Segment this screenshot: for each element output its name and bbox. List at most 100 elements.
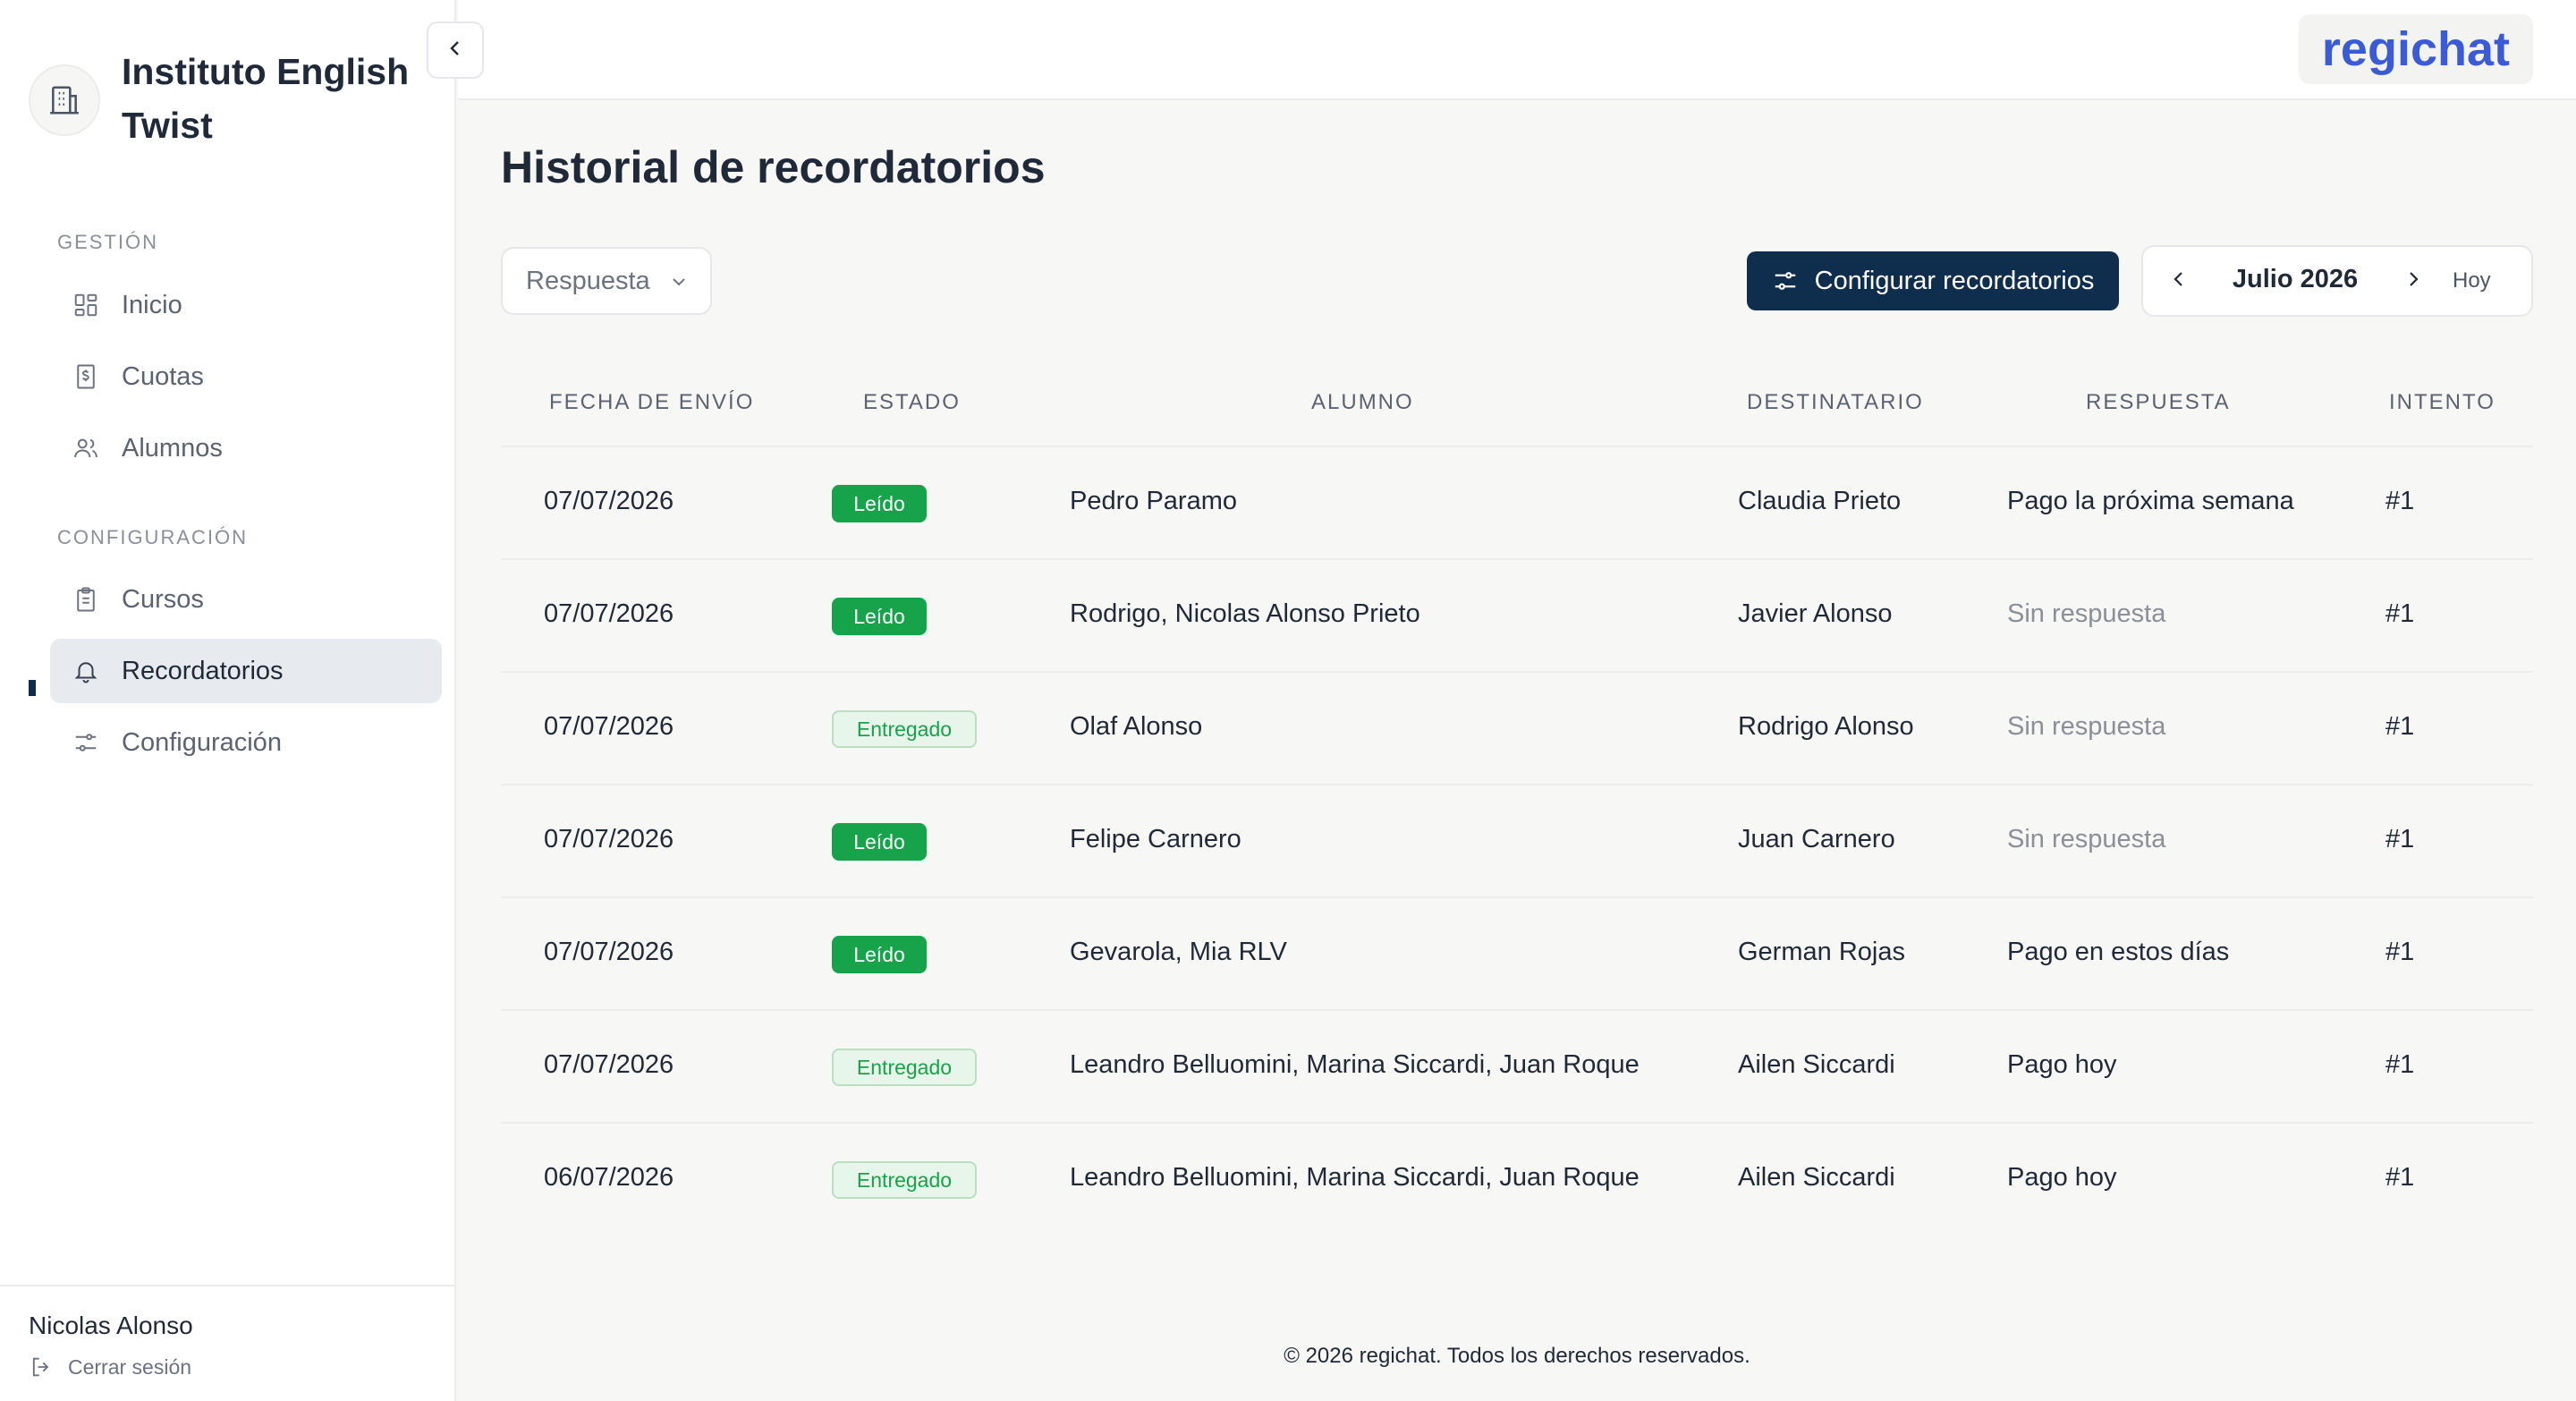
cell-student: Olaf Alonso	[1070, 712, 1203, 741]
cell-recipient: German Rojas	[1738, 938, 1905, 966]
chevron-right-icon	[2402, 268, 2424, 294]
cell-date: 07/07/2026	[544, 825, 674, 853]
sidebar-item-recordatorios[interactable]: Recordatorios	[50, 639, 442, 703]
cell-attempt: #1	[2385, 599, 2415, 628]
column-header-respuesta[interactable]: RESPUESTA	[2086, 390, 2231, 415]
cell-response: Sin respuesta	[2007, 825, 2166, 853]
cell-recipient: Ailen Siccardi	[1738, 1050, 1895, 1079]
cell-date: 07/07/2026	[544, 599, 674, 628]
building-icon	[29, 64, 100, 136]
cell-student: Gevarola, Mia RLV	[1070, 938, 1287, 966]
cell-recipient: Javier Alonso	[1738, 599, 1893, 628]
bell-icon	[72, 657, 100, 685]
column-header-estado[interactable]: ESTADO	[863, 390, 961, 415]
status-badge: Leído	[832, 485, 927, 522]
section-label-gestion: GESTIÓN	[57, 231, 159, 253]
brand-logo[interactable]: regichat	[2298, 14, 2533, 84]
cell-response: Pago en estos días	[2007, 938, 2230, 966]
today-button[interactable]: Hoy	[2453, 268, 2491, 293]
cell-recipient: Claudia Prieto	[1738, 487, 1902, 515]
status-badge: Leído	[832, 936, 927, 973]
cell-response: Sin respuesta	[2007, 712, 2166, 741]
sliders-icon	[1772, 267, 1799, 294]
cell-response: Sin respuesta	[2007, 599, 2166, 628]
cell-date: 07/07/2026	[544, 712, 674, 741]
sidebar-item-label: Cuotas	[122, 361, 204, 391]
user-name: Nicolas Alonso	[29, 1312, 193, 1339]
cell-recipient: Rodrigo Alonso	[1738, 712, 1914, 741]
table-row[interactable]: 07/07/2026 Leído Gevarola, Mia RLV German R…	[501, 898, 2533, 1011]
cell-student: Pedro Paramo	[1070, 487, 1237, 515]
column-header-alumno[interactable]: ALUMNO	[1311, 390, 1414, 415]
org-header: Instituto English Twist	[29, 45, 444, 152]
status-badge: Entregado	[832, 1049, 977, 1086]
column-header-fecha[interactable]: FECHA DE ENVÍO	[549, 390, 754, 415]
cell-attempt: #1	[2385, 1050, 2415, 1079]
status-badge: Leído	[832, 598, 927, 635]
cell-student: Leandro Belluomini, Marina Siccardi, Jua…	[1070, 1163, 1640, 1192]
logout-button[interactable]: Cerrar sesión	[29, 1354, 191, 1380]
table-row[interactable]: 07/07/2026 Leído Pedro Paramo Claudia Priet…	[501, 447, 2533, 560]
current-month-label: Julio 2026	[2232, 265, 2359, 293]
month-navigator: Julio 2026 Hoy	[2141, 245, 2533, 317]
sidebar-item-label: Alumnos	[122, 433, 223, 463]
clipboard-icon	[72, 585, 100, 614]
configure-reminders-label: Configurar recordatorios	[1814, 266, 2095, 295]
column-header-intento[interactable]: INTENTO	[2389, 390, 2496, 415]
collapse-sidebar-button[interactable]	[427, 21, 484, 79]
table-header: FECHA DE ENVÍO ESTADO ALUMNO DESTINATARI…	[501, 358, 2533, 447]
cell-response: Pago hoy	[2007, 1163, 2117, 1192]
users-icon	[72, 434, 100, 463]
sidebar-item-cuotas[interactable]: Cuotas	[50, 344, 442, 409]
column-header-destinatario[interactable]: DESTINATARIO	[1747, 390, 1924, 415]
table-row[interactable]: 07/07/2026 Entregado Leandro Belluomini, M…	[501, 1011, 2533, 1124]
cell-student: Rodrigo, Nicolas Alonso Prieto	[1070, 599, 1420, 628]
cell-response: Pago hoy	[2007, 1050, 2117, 1079]
next-month-button[interactable]	[2395, 263, 2431, 299]
sidebar-item-label: Inicio	[122, 290, 182, 319]
table-row[interactable]: 06/07/2026 Entregado Leandro Belluomini, M…	[501, 1124, 2533, 1236]
cell-response: Pago la próxima semana	[2007, 487, 2294, 515]
sidebar-item-alumnos[interactable]: Alumnos	[50, 416, 442, 480]
cell-attempt: #1	[2385, 487, 2415, 515]
section-label-configuracion: CONFIGURACIÓN	[57, 526, 248, 548]
status-badge: Entregado	[832, 710, 977, 748]
grid-icon	[72, 291, 100, 319]
status-badge: Entregado	[832, 1161, 977, 1199]
sliders-icon	[72, 728, 100, 757]
cell-student: Leandro Belluomini, Marina Siccardi, Jua…	[1070, 1050, 1640, 1079]
sidebar-item-inicio[interactable]: Inicio	[50, 273, 442, 337]
table-row[interactable]: 07/07/2026 Entregado Olaf Alonso Rodrigo Al…	[501, 673, 2533, 785]
status-badge: Leído	[832, 823, 927, 861]
configure-reminders-button[interactable]: Configurar recordatorios	[1747, 251, 2119, 310]
page-title: Historial de recordatorios	[501, 142, 1046, 192]
response-filter-select[interactable]: Respuesta	[501, 247, 712, 315]
filter-label: Respuesta	[526, 266, 650, 295]
cell-date: 07/07/2026	[544, 487, 674, 515]
cell-attempt: #1	[2385, 1163, 2415, 1192]
sidebar-item-label: Recordatorios	[122, 656, 284, 685]
logout-icon	[29, 1354, 54, 1380]
topbar: regichat	[458, 0, 2576, 100]
cell-date: 06/07/2026	[544, 1163, 674, 1192]
sidebar-item-label: Configuración	[122, 727, 282, 757]
previous-month-button[interactable]	[2161, 263, 2197, 299]
table-row[interactable]: 07/07/2026 Leído Rodrigo, Nicolas Alonso P…	[501, 560, 2533, 673]
active-indicator	[29, 680, 36, 696]
sidebar-item-cursos[interactable]: Cursos	[50, 567, 442, 632]
org-name: Instituto English Twist	[122, 51, 410, 146]
sidebar-item-configuracion[interactable]: Configuración	[50, 710, 442, 775]
chevron-left-icon	[2168, 268, 2190, 294]
cell-attempt: #1	[2385, 825, 2415, 853]
cell-student: Felipe Carnero	[1070, 825, 1241, 853]
cell-date: 07/07/2026	[544, 938, 674, 966]
cell-attempt: #1	[2385, 938, 2415, 966]
logout-label: Cerrar sesión	[68, 1354, 192, 1379]
cell-recipient: Juan Carnero	[1738, 825, 1895, 853]
cell-attempt: #1	[2385, 712, 2415, 741]
table-row[interactable]: 07/07/2026 Leído Felipe Carnero Juan Carner…	[501, 785, 2533, 898]
table-body: 07/07/2026 Leído Pedro Paramo Claudia Priet…	[501, 447, 2533, 1236]
chevron-left-icon	[445, 38, 466, 64]
chevron-down-icon	[668, 270, 690, 292]
user-area: Nicolas Alonso Cerrar sesión	[0, 1285, 456, 1401]
